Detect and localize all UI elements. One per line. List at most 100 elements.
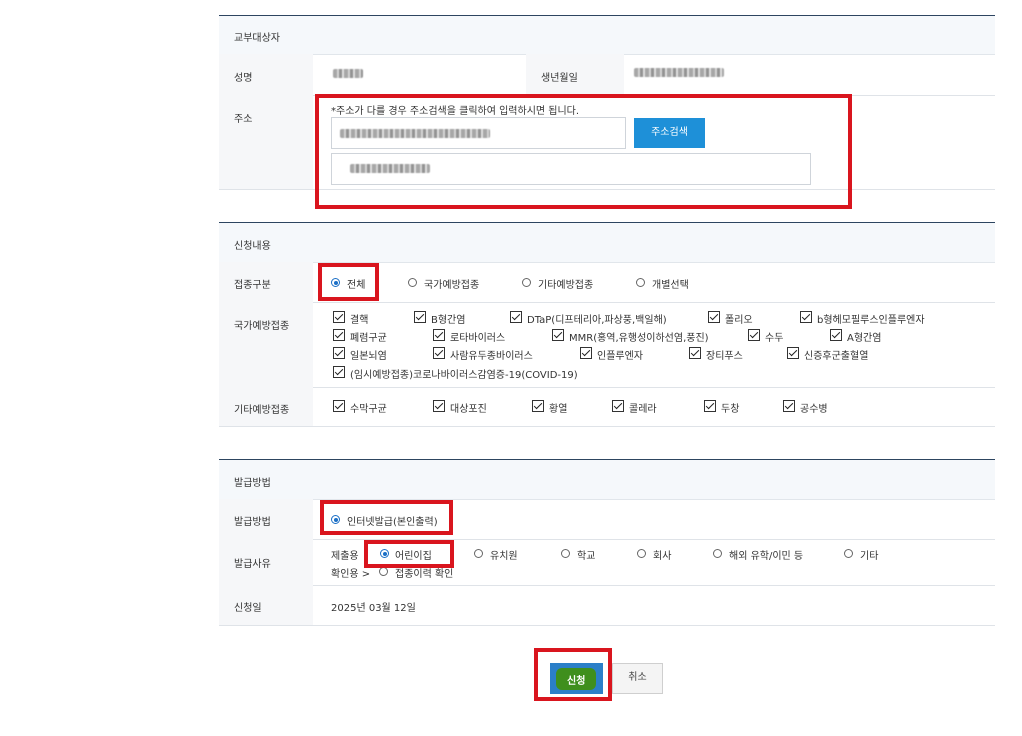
vaccine-label: 결핵	[350, 315, 369, 326]
vaccine-label: b형헤모필루스인플루엔자	[817, 315, 925, 326]
vaccine-label: DTaP(디프테리아,파상풍,백일해)	[527, 315, 667, 326]
vaccine-checkbox[interactable]	[830, 329, 842, 341]
issue-method-option: 인터넷발급(본인출력)	[347, 517, 438, 528]
vaccine-checkbox[interactable]	[414, 311, 426, 323]
vaccine-checkbox[interactable]	[433, 329, 445, 341]
vaccine-label: 수두	[765, 333, 784, 344]
name-label: 성명	[234, 73, 253, 84]
birth-value-blurred	[634, 68, 724, 77]
vaccine-checkbox[interactable]	[704, 400, 716, 412]
type-option-other: 기타예방접종	[538, 280, 594, 291]
confirm-prefix: 확인용 >	[331, 569, 371, 580]
vaccine-label: 공수병	[800, 404, 828, 415]
vaccine-checkbox[interactable]	[333, 366, 345, 378]
vaccine-label: B형간염	[431, 315, 466, 326]
type-radio-national[interactable]	[408, 278, 417, 287]
application-section-header: 신청내용	[219, 222, 995, 263]
type-option-all: 전체	[347, 280, 366, 291]
issue-reason-label: 발급사유	[234, 559, 271, 570]
reason-option: 접종이력 확인	[395, 569, 454, 580]
reason-option: 학교	[577, 551, 596, 562]
vaccine-label: 수막구균	[350, 404, 387, 415]
vaccine-label: 일본뇌염	[350, 351, 387, 362]
vaccine-label: 대상포진	[450, 404, 487, 415]
vaccine-label: A형간염	[847, 333, 882, 344]
address-row: 주소 *주소가 다를 경우 주소검색을 클릭하여 입력하시면 됩니다. 주소검색	[219, 95, 995, 190]
issue-method-row: 발급방법 인터넷발급(본인출력)	[219, 499, 995, 540]
vaccine-checkbox[interactable]	[532, 400, 544, 412]
issue-method-label: 발급방법	[234, 517, 271, 528]
vaccine-label: 사람유두종바이러스	[450, 351, 533, 362]
vaccine-checkbox[interactable]	[333, 329, 345, 341]
reason-option: 기타	[860, 551, 879, 562]
issue-section-header: 발급방법	[219, 459, 995, 500]
vaccine-checkbox[interactable]	[333, 347, 345, 359]
address-search-button[interactable]: 주소검색	[634, 118, 705, 148]
address-input-2[interactable]	[331, 153, 811, 185]
vaccine-label: 두창	[721, 404, 740, 415]
vaccine-checkbox[interactable]	[787, 347, 799, 359]
vaccine-checkbox[interactable]	[552, 329, 564, 341]
other-vaccines-label: 기타예방접종	[234, 405, 290, 416]
address-input-1[interactable]	[331, 117, 626, 149]
vaccine-label: 폐렴구균	[350, 333, 387, 344]
recipient-section-title: 교부대상자	[234, 33, 280, 44]
vaccination-type-row: 접종구분 전체 국가예방접종 기타예방접종 개별선택	[219, 262, 995, 303]
type-option-national: 국가예방접종	[424, 280, 480, 291]
vaccine-checkbox[interactable]	[708, 311, 720, 323]
reason-radio-company[interactable]	[637, 549, 646, 558]
vaccine-checkbox[interactable]	[800, 311, 812, 323]
reason-option: 어린이집	[395, 551, 432, 562]
national-vaccines-label: 국가예방접종	[234, 321, 290, 332]
birth-label-cell: 생년월일	[526, 54, 624, 95]
issue-section-title: 발급방법	[234, 478, 271, 489]
reason-radio-school[interactable]	[561, 549, 570, 558]
reason-radio-other[interactable]	[844, 549, 853, 558]
type-option-individual: 개별선택	[652, 280, 689, 291]
vaccine-checkbox[interactable]	[333, 311, 345, 323]
reason-radio-history[interactable]	[379, 567, 388, 576]
reason-option: 유치원	[490, 551, 518, 562]
reason-radio-kindergarten[interactable]	[474, 549, 483, 558]
vaccine-checkbox[interactable]	[510, 311, 522, 323]
vaccine-label: 황열	[549, 404, 568, 415]
reason-radio-daycare[interactable]	[380, 549, 389, 558]
reason-radio-abroad[interactable]	[713, 549, 722, 558]
vaccine-checkbox[interactable]	[748, 329, 760, 341]
submit-prefix: 제출용	[331, 551, 359, 562]
vaccine-label: 신증후군출혈열	[804, 351, 869, 362]
vaccine-label: 인플루엔자	[597, 351, 643, 362]
name-value-blurred	[333, 69, 363, 78]
vaccine-checkbox[interactable]	[580, 347, 592, 359]
apply-date-row: 신청일 2025년 03월 12일	[219, 585, 995, 626]
other-vaccines-row: 기타예방접종 수막구균 대상포진 황열 콜레라 두창 공수병	[219, 387, 995, 427]
apply-button-label: 신청	[567, 676, 586, 687]
birth-label: 생년월일	[541, 73, 578, 84]
address-note: *주소가 다를 경우 주소검색을 클릭하여 입력하시면 됩니다.	[331, 106, 580, 117]
vaccine-label: MMR(홍역,유행성이하선염,풍진)	[569, 333, 709, 344]
apply-button[interactable]: 신청	[550, 663, 603, 694]
type-radio-all[interactable]	[331, 278, 340, 287]
vaccination-type-label: 접종구분	[234, 280, 271, 291]
vaccine-checkbox[interactable]	[612, 400, 624, 412]
name-row: 성명 생년월일	[219, 54, 995, 96]
national-vaccines-row: 국가예방접종 결핵 B형간염 DTaP(디프테리아,파상풍,백일해) 폴리오 b…	[219, 302, 995, 388]
vaccine-checkbox[interactable]	[689, 347, 701, 359]
issue-method-radio[interactable]	[331, 515, 340, 524]
issue-reason-row: 발급사유 제출용 어린이집 유치원 학교 회사 해외 유학/이민 등 기타 확인…	[219, 539, 995, 586]
vaccine-label: (임시예방접종)코로나바이러스감염증-19(COVID-19)	[350, 370, 578, 381]
vaccine-label: 콜레라	[629, 404, 657, 415]
type-radio-other[interactable]	[522, 278, 531, 287]
application-section-title: 신청내용	[234, 241, 271, 252]
vaccine-label: 로타바이러스	[450, 333, 506, 344]
vaccine-label: 장티푸스	[706, 351, 743, 362]
type-radio-individual[interactable]	[636, 278, 645, 287]
vaccine-label: 폴리오	[725, 315, 753, 326]
address-label: 주소	[234, 114, 253, 125]
vaccine-checkbox[interactable]	[333, 400, 345, 412]
vaccine-checkbox[interactable]	[433, 400, 445, 412]
reason-option: 회사	[653, 551, 672, 562]
vaccine-checkbox[interactable]	[433, 347, 445, 359]
cancel-button[interactable]: 취소	[612, 663, 663, 694]
vaccine-checkbox[interactable]	[783, 400, 795, 412]
